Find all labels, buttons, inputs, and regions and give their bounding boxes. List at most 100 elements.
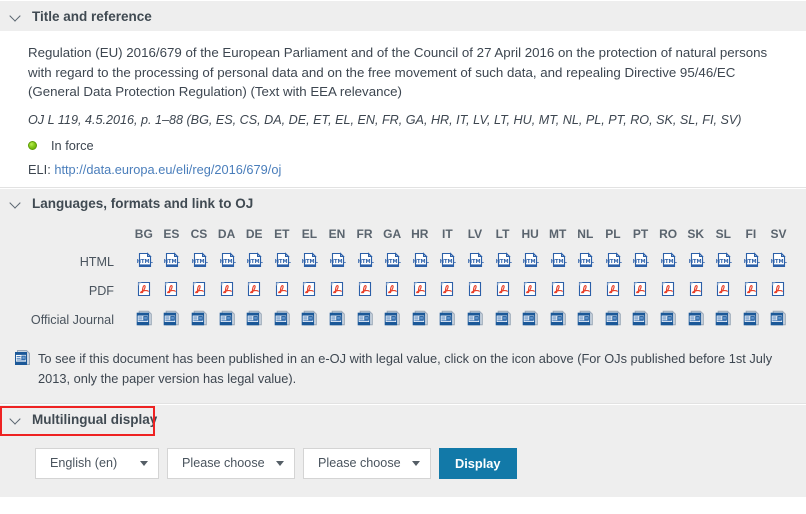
pdf-document-icon-en[interactable] bbox=[323, 277, 351, 306]
official-journal-icon-ga[interactable] bbox=[378, 306, 406, 335]
html-document-icon: HTML bbox=[521, 251, 540, 274]
official-journal-icon bbox=[604, 309, 622, 332]
official-journal-icon-sl[interactable] bbox=[709, 306, 737, 335]
language-code-lt: LT bbox=[495, 226, 510, 241]
official-journal-icon-bg[interactable] bbox=[130, 306, 158, 335]
html-document-icon-cs[interactable]: HTML bbox=[185, 248, 213, 277]
pdf-document-icon-nl[interactable] bbox=[572, 277, 600, 306]
html-document-icon-es[interactable]: HTML bbox=[158, 248, 186, 277]
pdf-document-icon-fr[interactable] bbox=[351, 277, 379, 306]
html-document-icon-sv[interactable]: HTML bbox=[765, 248, 793, 277]
html-document-icon-sl[interactable]: HTML bbox=[709, 248, 737, 277]
html-document-icon: HTML bbox=[714, 251, 733, 274]
official-journal-icon-ro[interactable] bbox=[654, 306, 682, 335]
display-button[interactable]: Display bbox=[439, 447, 517, 479]
official-journal-icon-mt[interactable] bbox=[544, 306, 572, 335]
official-journal-icon bbox=[162, 309, 180, 332]
pdf-document-icon-sv[interactable] bbox=[765, 277, 793, 306]
official-journal-icon-en[interactable] bbox=[323, 306, 351, 335]
html-document-icon-hr[interactable]: HTML bbox=[406, 248, 434, 277]
pdf-document-icon bbox=[190, 280, 208, 303]
html-document-icon-pl[interactable]: HTML bbox=[599, 248, 627, 277]
language-3-select[interactable]: Please choose bbox=[303, 447, 431, 479]
html-document-icon-mt[interactable]: HTML bbox=[544, 248, 572, 277]
official-journal-icon-hu[interactable] bbox=[516, 306, 544, 335]
pdf-document-icon-es[interactable] bbox=[158, 277, 186, 306]
official-journal-icon-es[interactable] bbox=[158, 306, 186, 335]
pdf-document-icon-da[interactable] bbox=[213, 277, 241, 306]
html-document-icon-sk[interactable]: HTML bbox=[682, 248, 710, 277]
pdf-document-icon-ro[interactable] bbox=[654, 277, 682, 306]
pdf-document-icon-hr[interactable] bbox=[406, 277, 434, 306]
format-row-html: HTML HTML HTML HTML HTML HTML HTML HTML HTML HTML… bbox=[8, 248, 792, 277]
pdf-document-icon-lv[interactable] bbox=[461, 277, 489, 306]
official-journal-icon bbox=[769, 309, 787, 332]
official-journal-icon-el[interactable] bbox=[296, 306, 324, 335]
pdf-document-icon-sl[interactable] bbox=[709, 277, 737, 306]
official-journal-icon-da[interactable] bbox=[213, 306, 241, 335]
official-journal-icon-hr[interactable] bbox=[406, 306, 434, 335]
official-journal-icon bbox=[438, 309, 456, 332]
pdf-document-icon-lt[interactable] bbox=[489, 277, 517, 306]
html-document-icon-bg[interactable]: HTML bbox=[130, 248, 158, 277]
oj-legal-value-note: To see if this document has been publish… bbox=[0, 340, 806, 403]
official-journal-icon-lv[interactable] bbox=[461, 306, 489, 335]
html-document-icon-hu[interactable]: HTML bbox=[516, 248, 544, 277]
official-journal-icon-et[interactable] bbox=[268, 306, 296, 335]
pdf-document-icon-ga[interactable] bbox=[378, 277, 406, 306]
official-journal-icon-cs[interactable] bbox=[185, 306, 213, 335]
official-journal-icon-sk[interactable] bbox=[682, 306, 710, 335]
official-journal-icon-fr[interactable] bbox=[351, 306, 379, 335]
official-journal-icon-lt[interactable] bbox=[489, 306, 517, 335]
pdf-document-icon-pt[interactable] bbox=[627, 277, 655, 306]
pdf-document-icon-pl[interactable] bbox=[599, 277, 627, 306]
pdf-document-icon-mt[interactable] bbox=[544, 277, 572, 306]
pdf-document-icon-et[interactable] bbox=[268, 277, 296, 306]
pdf-document-icon bbox=[245, 280, 263, 303]
pdf-document-icon-fi[interactable] bbox=[737, 277, 765, 306]
language-2-select[interactable]: Please choose bbox=[167, 447, 295, 479]
html-document-icon-en[interactable]: HTML bbox=[323, 248, 351, 277]
html-document-icon-nl[interactable]: HTML bbox=[572, 248, 600, 277]
pdf-document-icon-el[interactable] bbox=[296, 277, 324, 306]
pdf-document-icon bbox=[273, 280, 291, 303]
pdf-document-icon bbox=[549, 280, 567, 303]
official-journal-icon-de[interactable] bbox=[240, 306, 268, 335]
pdf-document-icon-bg[interactable] bbox=[130, 277, 158, 306]
html-document-icon-pt[interactable]: HTML bbox=[627, 248, 655, 277]
html-document-icon-lv[interactable]: HTML bbox=[461, 248, 489, 277]
language-code-fr: FR bbox=[356, 226, 373, 241]
eli-link[interactable]: http://data.europa.eu/eli/reg/2016/679/o… bbox=[54, 162, 281, 177]
html-document-icon-fr[interactable]: HTML bbox=[351, 248, 379, 277]
language-1-select[interactable]: English (en) bbox=[35, 447, 159, 479]
html-document-icon-lt[interactable]: HTML bbox=[489, 248, 517, 277]
official-journal-icon-fi[interactable] bbox=[737, 306, 765, 335]
pdf-document-icon-cs[interactable] bbox=[185, 277, 213, 306]
official-journal-icon-sv[interactable] bbox=[765, 306, 793, 335]
html-document-icon-fi[interactable]: HTML bbox=[737, 248, 765, 277]
html-document-icon: HTML bbox=[273, 251, 291, 274]
html-document-icon-ga[interactable]: HTML bbox=[378, 248, 406, 277]
section-header-languages-formats[interactable]: Languages, formats and link to OJ bbox=[0, 187, 806, 219]
pdf-document-icon bbox=[576, 280, 594, 303]
language-code-en: EN bbox=[328, 226, 346, 241]
official-journal-icon-nl[interactable] bbox=[572, 306, 600, 335]
chevron-down-icon bbox=[140, 461, 148, 466]
pdf-document-icon-hu[interactable] bbox=[516, 277, 544, 306]
pdf-document-icon-de[interactable] bbox=[240, 277, 268, 306]
section-header-title-and-reference[interactable]: Title and reference bbox=[0, 0, 806, 31]
chevron-down-icon bbox=[10, 10, 23, 23]
official-journal-icon-it[interactable] bbox=[434, 306, 462, 335]
html-document-icon-de[interactable]: HTML bbox=[240, 248, 268, 277]
official-journal-icon-pl[interactable] bbox=[599, 306, 627, 335]
html-document-icon-da[interactable]: HTML bbox=[213, 248, 241, 277]
svg-text:HTML: HTML bbox=[550, 259, 566, 265]
pdf-document-icon-sk[interactable] bbox=[682, 277, 710, 306]
html-document-icon-el[interactable]: HTML bbox=[296, 248, 324, 277]
pdf-document-icon-it[interactable] bbox=[434, 277, 462, 306]
section-header-multilingual-display[interactable]: Multilingual display bbox=[0, 403, 806, 435]
official-journal-icon-pt[interactable] bbox=[627, 306, 655, 335]
html-document-icon-et[interactable]: HTML bbox=[268, 248, 296, 277]
html-document-icon-ro[interactable]: HTML bbox=[654, 248, 682, 277]
html-document-icon-it[interactable]: HTML bbox=[434, 248, 462, 277]
